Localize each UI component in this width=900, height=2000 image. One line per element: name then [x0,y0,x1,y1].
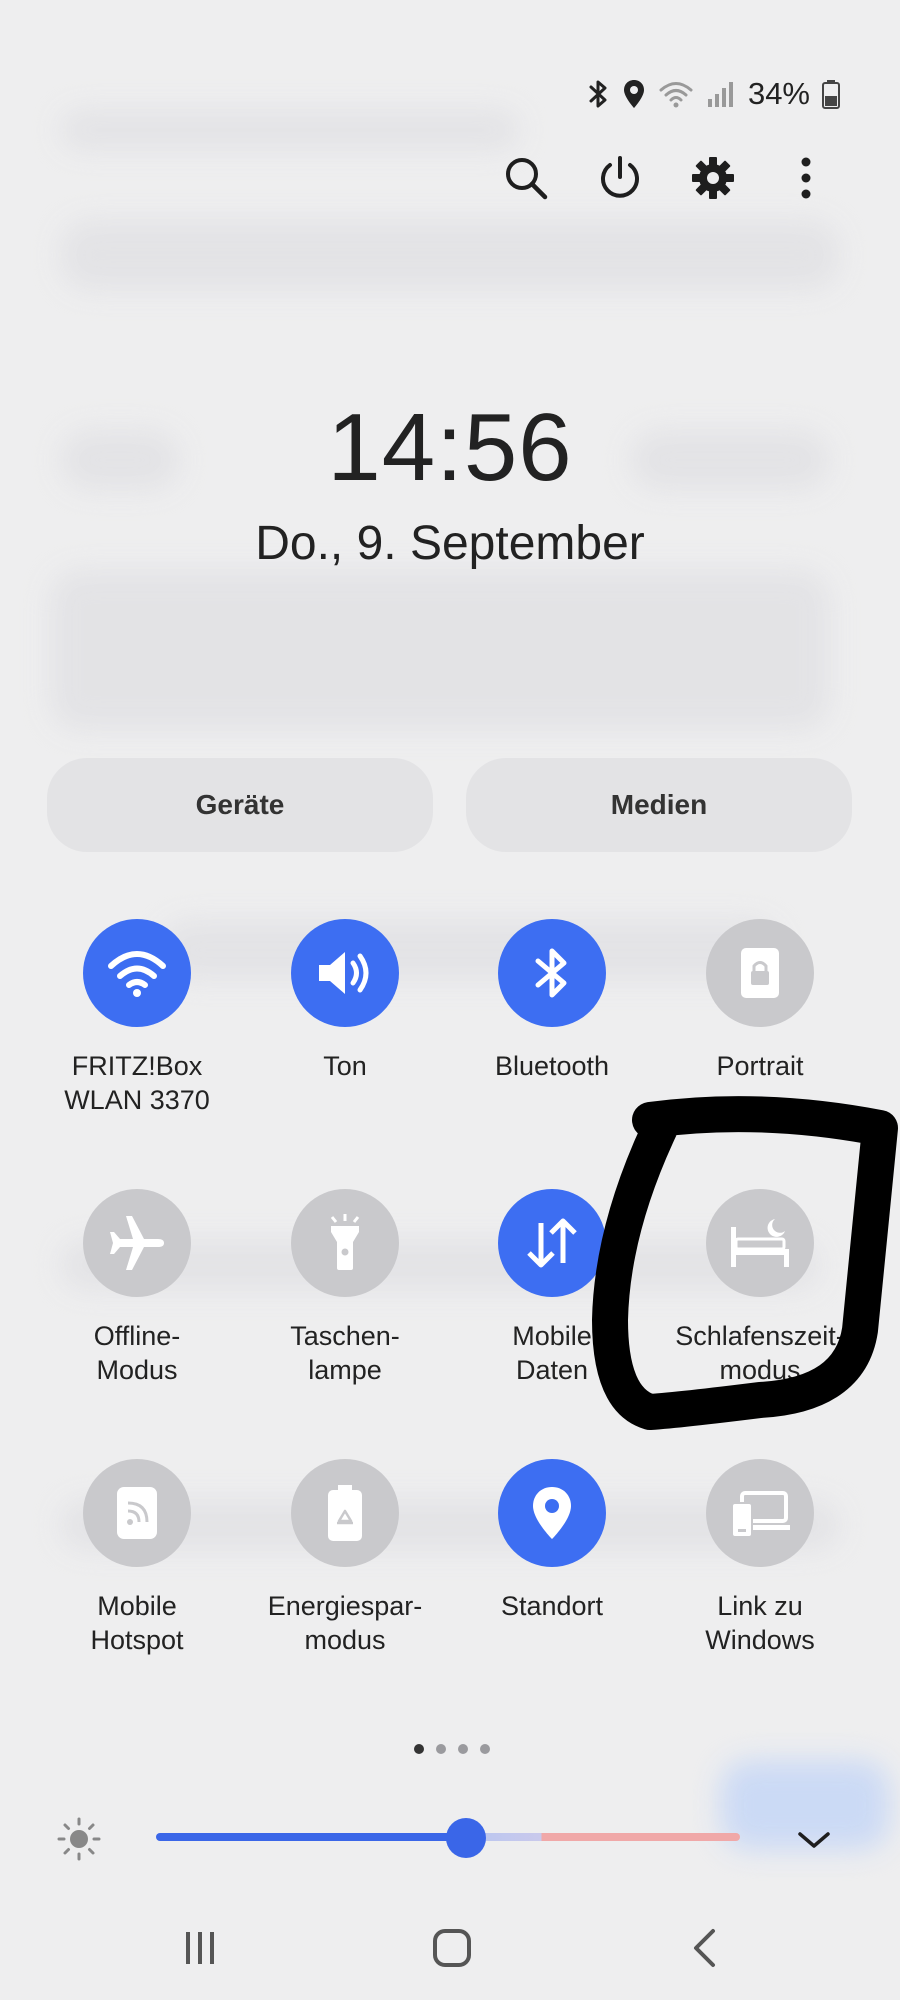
back-icon[interactable] [664,1918,744,1978]
airplane-icon[interactable] [83,1189,191,1297]
page-dot[interactable] [480,1744,490,1754]
wifi-icon[interactable] [83,919,191,1027]
quick-panel-toolbar [480,148,860,208]
brightness-row [0,1808,900,1868]
power-saving-icon[interactable] [291,1459,399,1567]
portrait-lock-icon[interactable] [706,919,814,1027]
clock-time[interactable]: 14:56 [0,400,900,496]
tile-power-saving[interactable]: Energiespar- modus [245,1459,445,1657]
tile-mobile-hotspot[interactable]: Mobile Hotspot [37,1459,237,1657]
tile-label: Mobile Daten [512,1321,592,1385]
tile-label: Schlafenszeit- modus [675,1321,845,1385]
tile-label: Taschen- lampe [290,1321,400,1385]
tile-airplane-mode[interactable]: Offline- Modus [37,1189,237,1387]
tile-label: Mobile Hotspot [90,1591,184,1655]
tile-label: Ton [323,1051,367,1081]
tile-label: FRITZ!Box WLAN 3370 [64,1051,210,1115]
bedtime-icon[interactable] [706,1189,814,1297]
bluetooth-icon[interactable] [498,919,606,1027]
power-icon[interactable] [590,148,650,208]
tile-bedtime-mode[interactable]: Schlafenszeit- modus [660,1189,860,1387]
location-icon[interactable] [498,1459,606,1567]
recent-apps-icon[interactable] [160,1918,240,1978]
tile-flashlight[interactable]: Taschen- lampe [245,1189,445,1387]
tile-label: Offline- Modus [93,1321,181,1385]
chevron-down-icon[interactable] [784,1816,844,1864]
tile-wifi[interactable]: FRITZ!Box WLAN 3370 [37,919,237,1117]
tile-label: Portrait [716,1051,804,1081]
tile-label: Standort [500,1591,604,1621]
bluetooth-icon [589,80,607,108]
status-bar: 34% [588,72,840,116]
brightness-icon [56,1816,102,1867]
clock-date[interactable]: Do., 9. September [0,520,900,568]
more-options-icon[interactable] [776,148,836,208]
flashlight-icon[interactable] [291,1189,399,1297]
tile-mobile-data[interactable]: Mobile Daten [452,1189,652,1387]
home-icon[interactable] [412,1918,492,1978]
tile-portrait[interactable]: Portrait [660,919,860,1083]
tile-label: Link zu Windows [705,1591,815,1655]
signal-icon [707,82,733,107]
page-dot[interactable] [458,1744,468,1754]
hotspot-icon[interactable] [83,1459,191,1567]
page-indicator[interactable] [414,1744,490,1754]
link-to-windows-icon[interactable] [706,1459,814,1567]
devices-button[interactable]: Geräte [47,758,433,852]
page-dot[interactable] [436,1744,446,1754]
mobile-data-icon[interactable] [498,1189,606,1297]
battery-percentage: 34% [747,76,810,111]
media-button[interactable]: Medien [466,758,852,852]
tile-sound[interactable]: Ton [245,919,445,1083]
battery-icon [822,80,840,109]
tile-link-to-windows[interactable]: Link zu Windows [660,1459,860,1657]
tile-label: Energiespar- modus [267,1591,423,1655]
sound-icon[interactable] [291,919,399,1027]
wifi-icon [659,82,693,108]
brightness-slider-thumb[interactable] [445,1818,486,1858]
navigation-bar [0,1918,900,1978]
search-icon[interactable] [496,148,556,208]
settings-icon[interactable] [683,148,743,208]
tile-bluetooth[interactable]: Bluetooth [452,919,652,1083]
tile-label: Bluetooth [494,1051,610,1081]
tile-location[interactable]: Standort [452,1459,652,1623]
page-dot[interactable] [414,1744,424,1754]
location-icon [623,80,644,108]
